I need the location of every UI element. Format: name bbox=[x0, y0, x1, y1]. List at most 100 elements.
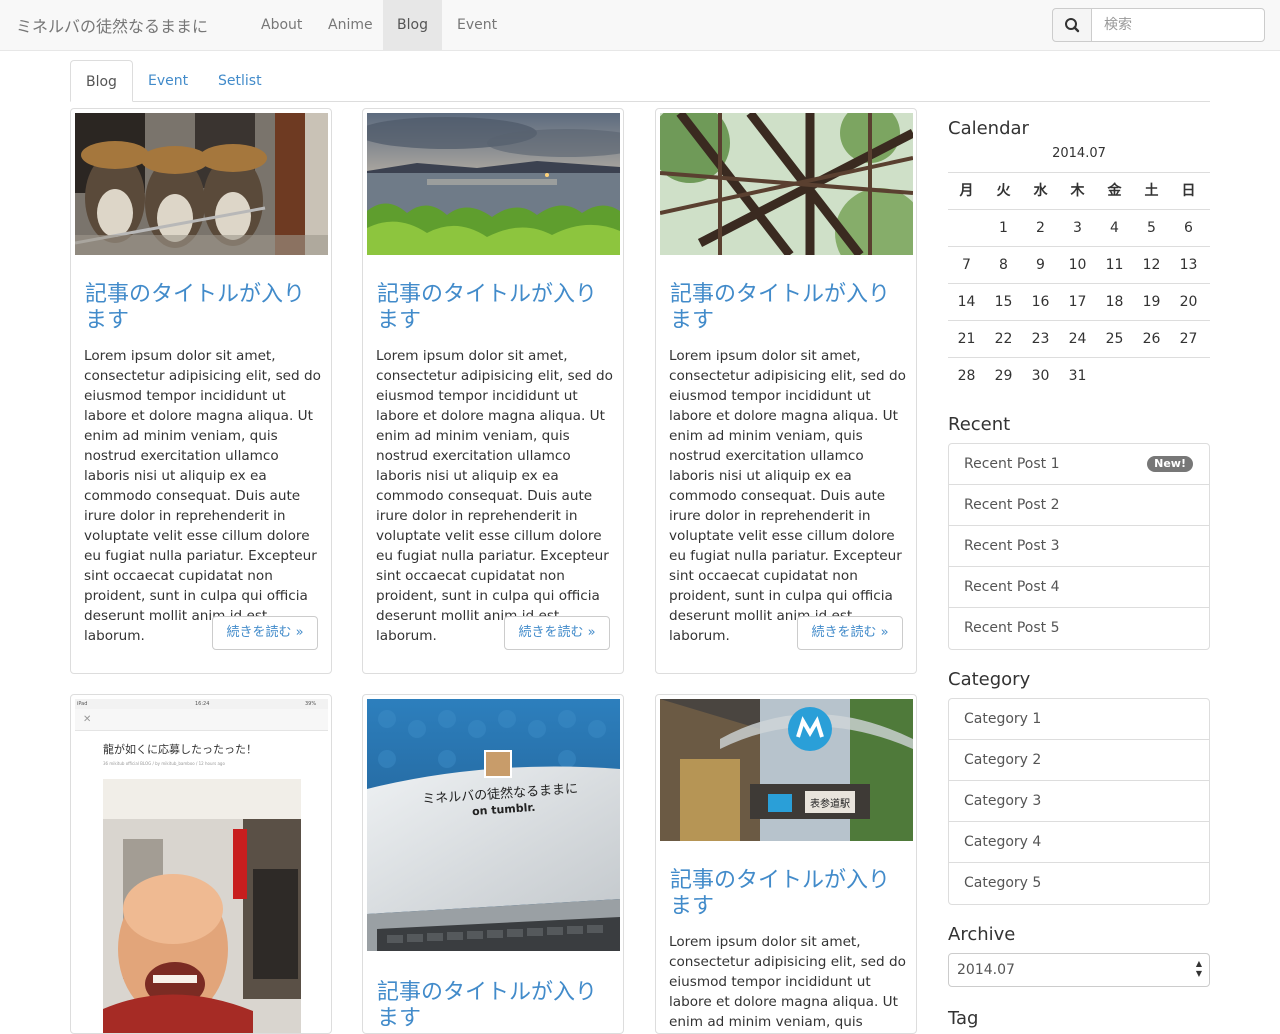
weekday-thu: 木 bbox=[1070, 183, 1085, 199]
calendar-day[interactable]: 10 bbox=[1059, 247, 1096, 284]
tab-event[interactable]: Event bbox=[133, 60, 203, 102]
post-card: 記事のタイトルが入ります Lorem ipsum dolor sit amet,… bbox=[655, 108, 917, 674]
archive-selected-value: 2014.07 bbox=[957, 962, 1015, 978]
calendar-day[interactable]: 29 bbox=[985, 358, 1022, 395]
post-thumbnail[interactable] bbox=[367, 113, 620, 255]
new-badge: New! bbox=[1147, 456, 1193, 472]
recent-post-item[interactable]: Recent Post 1 New! bbox=[949, 444, 1209, 485]
archive-heading: Archive bbox=[948, 924, 1016, 945]
calendar-day bbox=[948, 210, 985, 247]
calendar-week-row: 28 29 30 31 bbox=[948, 357, 1210, 394]
calendar-day[interactable]: 21 bbox=[948, 321, 985, 358]
calendar-day[interactable]: 15 bbox=[985, 284, 1022, 321]
category-item[interactable]: Category 5 bbox=[949, 863, 1209, 904]
read-more-button[interactable]: 続きを読む » bbox=[504, 616, 610, 650]
calendar-day[interactable]: 20 bbox=[1170, 284, 1207, 321]
calendar-day[interactable]: 22 bbox=[985, 321, 1022, 358]
read-more-button[interactable]: 続きを読む » bbox=[212, 616, 318, 650]
post-title[interactable]: 記事のタイトルが入ります bbox=[377, 980, 613, 1032]
nav-item-event[interactable]: Event bbox=[442, 0, 512, 50]
category-item[interactable]: Category 3 bbox=[949, 781, 1209, 822]
calendar-day[interactable]: 3 bbox=[1059, 210, 1096, 247]
search-button[interactable] bbox=[1052, 8, 1092, 42]
tablet-post-title: 龍が如くに応募したったった！ bbox=[103, 743, 257, 756]
category-item[interactable]: Category 1 bbox=[949, 699, 1209, 740]
calendar-day[interactable]: 23 bbox=[1022, 321, 1059, 358]
post-card: 記事のタイトルが入ります Lorem ipsum dolor sit amet,… bbox=[70, 108, 332, 674]
post-thumbnail[interactable] bbox=[75, 113, 328, 255]
status-battery: 39% bbox=[305, 701, 317, 707]
search-icon bbox=[1065, 18, 1080, 33]
nav-item-anime[interactable]: Anime bbox=[313, 0, 388, 50]
read-more-button[interactable]: 続きを読む » bbox=[797, 616, 903, 650]
weekday-wed: 水 bbox=[1033, 183, 1048, 199]
calendar-day[interactable]: 2 bbox=[1022, 210, 1059, 247]
calendar-day[interactable]: 8 bbox=[985, 247, 1022, 284]
calendar-day[interactable]: 31 bbox=[1059, 358, 1096, 395]
post-card: 記事のタイトルが入ります Lorem ipsum dolor sit amet,… bbox=[362, 108, 624, 674]
post-excerpt: Lorem ipsum dolor sit amet, consectetur … bbox=[376, 348, 613, 644]
calendar-day[interactable]: 24 bbox=[1059, 321, 1096, 358]
calendar-day[interactable]: 16 bbox=[1022, 284, 1059, 321]
calendar-day[interactable]: 6 bbox=[1170, 210, 1207, 247]
weekday-tue: 火 bbox=[996, 183, 1011, 199]
post-title[interactable]: 記事のタイトルが入ります bbox=[670, 868, 906, 920]
calendar-day[interactable]: 7 bbox=[948, 247, 985, 284]
recent-post-item[interactable]: Recent Post 3 bbox=[949, 526, 1209, 567]
calendar-month: 2014.07 bbox=[1052, 146, 1106, 161]
brand-title[interactable]: ミネルバの徒然なるままに bbox=[16, 13, 208, 37]
archive-select[interactable]: 2014.07 ▲ ▼ bbox=[948, 953, 1210, 987]
station-sign-text: 表参道駅 bbox=[810, 799, 850, 810]
calendar-day[interactable]: 27 bbox=[1170, 321, 1207, 358]
calendar-day[interactable]: 1 bbox=[985, 210, 1022, 247]
calendar-day[interactable]: 13 bbox=[1170, 247, 1207, 284]
post-title[interactable]: 記事のタイトルが入ります bbox=[377, 282, 613, 334]
calendar-weekday-row: 月 火 水 木 金 土 日 bbox=[948, 172, 1210, 209]
calendar-day[interactable]: 9 bbox=[1022, 247, 1059, 284]
category-item[interactable]: Category 2 bbox=[949, 740, 1209, 781]
calendar-day[interactable]: 4 bbox=[1096, 210, 1133, 247]
content-tabs: Blog Event Setlist bbox=[70, 60, 1210, 102]
post-excerpt: Lorem ipsum dolor sit amet, consectetur … bbox=[669, 934, 906, 1030]
weekday-fri: 金 bbox=[1107, 183, 1122, 199]
tab-setlist[interactable]: Setlist bbox=[203, 60, 277, 102]
post-thumbnail[interactable]: iPad 16:24 39% ✕ 龍が如くに応募したったった！ 36 mikit… bbox=[75, 699, 328, 1033]
calendar-day[interactable]: 14 bbox=[948, 284, 985, 321]
calendar-day[interactable]: 18 bbox=[1096, 284, 1133, 321]
calendar-day[interactable]: 5 bbox=[1133, 210, 1170, 247]
status-time: 16:24 bbox=[195, 701, 210, 707]
nav-item-blog[interactable]: Blog bbox=[383, 0, 442, 50]
recent-post-item[interactable]: Recent Post 4 bbox=[949, 567, 1209, 608]
recent-post-item[interactable]: Recent Post 5 bbox=[949, 608, 1209, 649]
post-excerpt: Lorem ipsum dolor sit amet, consectetur … bbox=[84, 348, 321, 644]
calendar-week-row: 7 8 9 10 11 12 13 bbox=[948, 246, 1210, 283]
tablet-post-byline: 36 mikitub official BLOG / by mikitub_ba… bbox=[103, 761, 225, 766]
recent-post-item[interactable]: Recent Post 2 bbox=[949, 485, 1209, 526]
calendar-day[interactable]: 19 bbox=[1133, 284, 1170, 321]
post-thumbnail[interactable] bbox=[660, 113, 913, 255]
post-thumbnail[interactable]: 表参道駅 bbox=[660, 699, 913, 841]
calendar-day[interactable]: 28 bbox=[948, 358, 985, 395]
calendar-day[interactable]: 26 bbox=[1133, 321, 1170, 358]
calendar-day[interactable]: 17 bbox=[1059, 284, 1096, 321]
calendar-day[interactable]: 12 bbox=[1133, 247, 1170, 284]
calendar-day[interactable]: 30 bbox=[1022, 358, 1059, 395]
calendar-heading: Calendar bbox=[948, 118, 1029, 139]
search-input[interactable] bbox=[1091, 8, 1265, 42]
post-title[interactable]: 記事のタイトルが入ります bbox=[670, 282, 906, 334]
nav-item-about[interactable]: About bbox=[246, 0, 317, 50]
post-thumbnail[interactable]: ミネルバの徒然なるままに on tumblr. bbox=[367, 699, 620, 951]
post-title[interactable]: 記事のタイトルが入ります bbox=[85, 282, 321, 334]
select-arrows-icon: ▲ ▼ bbox=[1195, 959, 1202, 978]
post-card: 表参道駅 記事のタイトルが入ります Lorem ipsum dolor sit … bbox=[655, 694, 917, 1034]
calendar-day[interactable]: 11 bbox=[1096, 247, 1133, 284]
tab-blog[interactable]: Blog bbox=[70, 60, 133, 102]
navbar: ミネルバの徒然なるままに About Anime Blog Event bbox=[0, 0, 1280, 51]
station-photo bbox=[660, 699, 913, 841]
recent-list: Recent Post 1 New! Recent Post 2 Recent … bbox=[948, 443, 1210, 650]
category-item[interactable]: Category 4 bbox=[949, 822, 1209, 863]
post-excerpt: Lorem ipsum dolor sit amet, consectetur … bbox=[669, 348, 906, 644]
recent-heading: Recent bbox=[948, 414, 1011, 435]
calendar-day[interactable]: 25 bbox=[1096, 321, 1133, 358]
weekday-sat: 土 bbox=[1144, 183, 1159, 199]
